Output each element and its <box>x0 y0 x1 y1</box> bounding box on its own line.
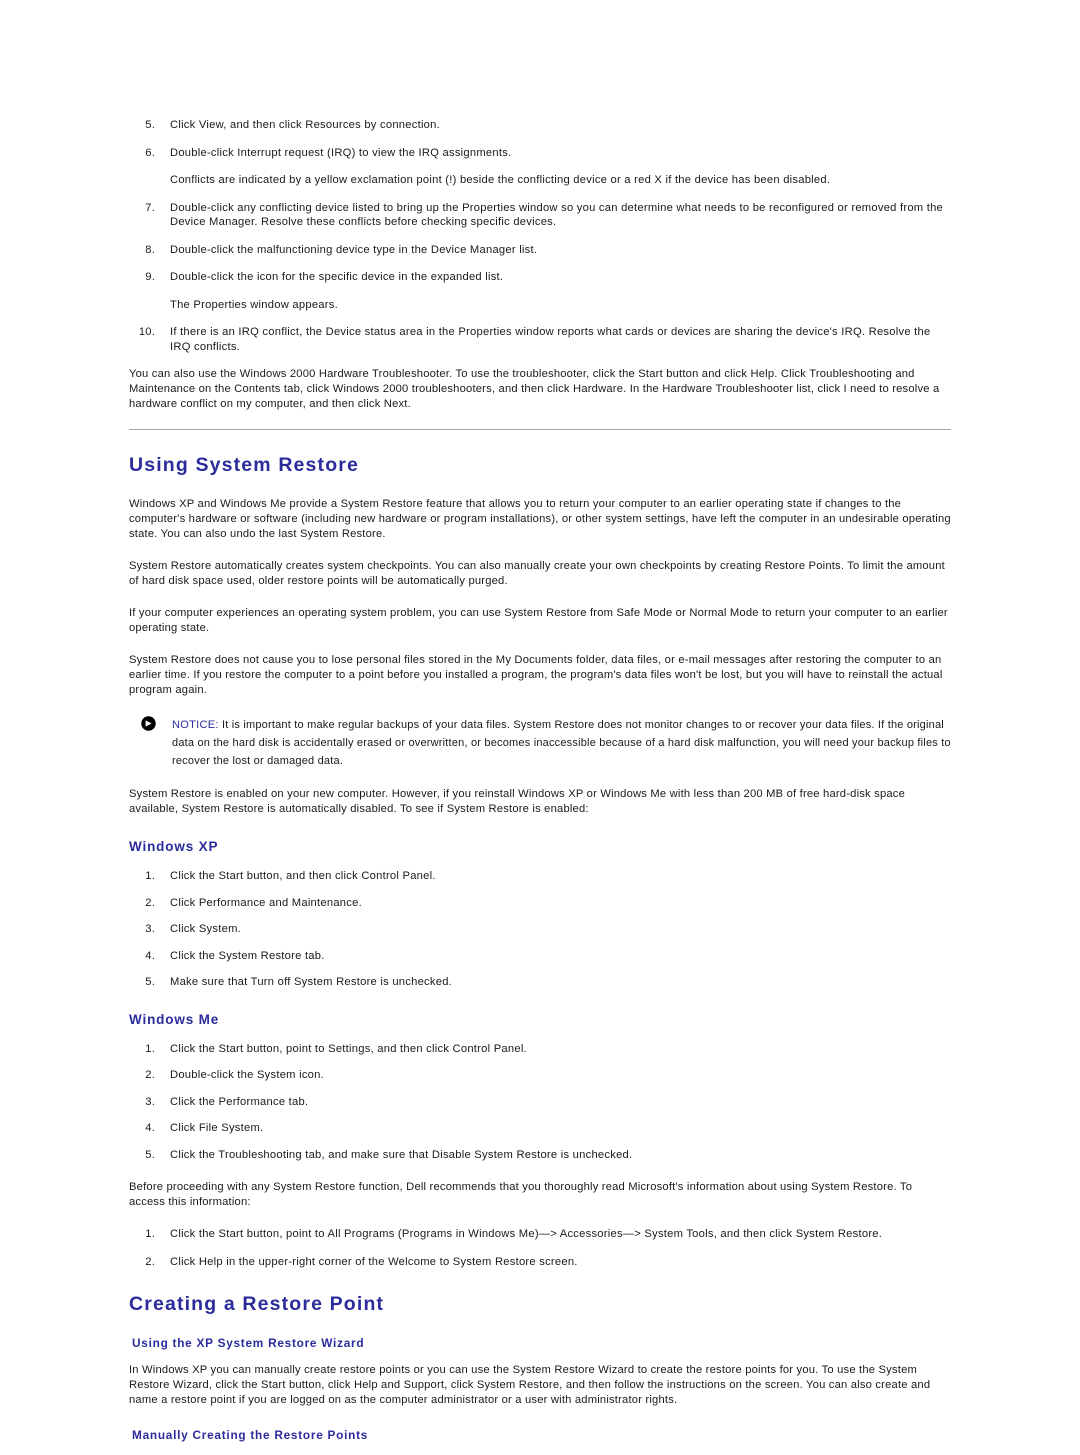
wizard-paragraph: In Windows XP you can manually create re… <box>129 1364 931 1406</box>
properties-window-note: The Properties window appears. <box>170 298 338 311</box>
list-item-number: 5. <box>145 976 155 988</box>
heading-creating-restore-point: Creating a Restore Point <box>129 1293 385 1315</box>
list-item-text: Click the Troubleshooting tab, and make … <box>170 1148 633 1161</box>
notice-body: It is important to make regular backups … <box>172 719 951 767</box>
microsoft-info-paragraph: Before proceeding with any System Restor… <box>129 1181 913 1208</box>
list-item-text: Click the System Restore tab. <box>170 949 325 962</box>
list-item-number: 1. <box>145 1228 155 1240</box>
list-item-number: 4. <box>145 1122 155 1134</box>
list-item-text: Make sure that Turn off System Restore i… <box>170 976 453 988</box>
list-item-number: 1. <box>145 870 155 882</box>
list-item-number: 8. <box>145 243 155 256</box>
system-restore-paragraph-1: Windows XP and Windows Me provide a Syst… <box>129 498 951 540</box>
list-item-number: 2. <box>145 1069 155 1081</box>
notice-text: NOTICE: It is important to make regular … <box>172 719 951 767</box>
windows-me-steps: 1. Click the Start button, point to Sett… <box>129 1042 951 1163</box>
list-item: 5. Make sure that Turn off System Restor… <box>129 975 951 990</box>
list-item: 7. Double-click any conflicting device l… <box>129 201 951 230</box>
steps-list-continued-2: 7. Double-click any conflicting device l… <box>129 201 951 285</box>
steps-list-continued-3: 10. If there is an IRQ conflict, the Dev… <box>129 325 951 354</box>
list-item: 10. If there is an IRQ conflict, the Dev… <box>129 325 951 354</box>
list-item-text: Click Help in the upper-right corner of … <box>170 1255 578 1268</box>
heading-using-system-restore: Using System Restore <box>129 454 359 476</box>
list-item-text: Double-click the System icon. <box>170 1069 324 1081</box>
list-item-text: Click System. <box>170 923 242 935</box>
document-content: 5. Click View, and then click Resources … <box>129 118 951 1455</box>
system-restore-paragraph-3: If your computer experiences an operatin… <box>129 607 948 634</box>
list-item-number: 2. <box>145 1255 155 1268</box>
list-item-number: 4. <box>145 949 155 962</box>
list-item-text: Double-click any conflicting device list… <box>170 201 944 229</box>
list-item-text: Click Performance and Maintenance. <box>170 896 362 909</box>
list-item-number: 5. <box>145 119 155 131</box>
system-restore-paragraph-4: System Restore does not cause you to los… <box>129 654 943 696</box>
list-item-number: 6. <box>145 146 155 159</box>
list-item-text: Double-click the icon for the specific d… <box>170 271 504 283</box>
list-item-text: Click the Start button, point to All Pro… <box>170 1228 883 1240</box>
list-item: 1. Click the Start button, point to Sett… <box>129 1042 951 1057</box>
list-item-text: Click File System. <box>170 1122 264 1134</box>
list-item-number: 3. <box>145 923 155 935</box>
system-restore-enabled-paragraph: System Restore is enabled on your new co… <box>129 788 906 815</box>
list-item-text: Click the Performance tab. <box>170 1095 309 1108</box>
system-restore-paragraph-2: System Restore automatically creates sys… <box>129 560 945 587</box>
list-item-number: 5. <box>145 1148 155 1161</box>
heading-manually-creating-restore-points: Manually Creating the Restore Points <box>132 1428 369 1442</box>
list-item: 3. Click the Performance tab. <box>129 1095 951 1110</box>
steps-list-continued: 5. Click View, and then click Resources … <box>129 118 951 160</box>
heading-xp-system-restore-wizard: Using the XP System Restore Wizard <box>132 1336 365 1350</box>
list-item: 4. Click the System Restore tab. <box>129 949 951 964</box>
section-divider <box>129 429 951 430</box>
troubleshooter-paragraph: You can also use the Windows 2000 Hardwa… <box>129 368 940 410</box>
windows-xp-steps: 1. Click the Start button, and then clic… <box>129 869 951 990</box>
notice-label: NOTICE: <box>172 719 219 731</box>
list-item-text: Click the Start button, and then click C… <box>170 870 436 882</box>
list-item: 2. Click Performance and Maintenance. <box>129 896 951 911</box>
list-item-text: Click View, and then click Resources by … <box>170 119 440 131</box>
list-item-text: Click the Start button, point to Setting… <box>170 1042 527 1055</box>
notice-arrow-icon <box>141 716 156 731</box>
microsoft-info-steps: 1. Click the Start button, point to All … <box>129 1227 951 1269</box>
list-item-number: 3. <box>145 1095 155 1108</box>
list-item: 2. Click Help in the upper-right corner … <box>129 1255 951 1270</box>
list-item-number: 10. <box>138 326 155 338</box>
list-item: 8. Double-click the malfunctioning devic… <box>129 243 951 258</box>
document-page: 5. Click View, and then click Resources … <box>0 0 1080 1442</box>
list-item: 2. Double-click the System icon. <box>129 1068 951 1083</box>
list-item-text: Double-click the malfunctioning device t… <box>170 243 538 256</box>
list-item: 6. Double-click Interrupt request (IRQ) … <box>129 146 951 161</box>
list-item: 1. Click the Start button, and then clic… <box>129 869 951 884</box>
list-item: 9. Double-click the icon for the specifi… <box>129 270 951 285</box>
list-item: 5. Click View, and then click Resources … <box>129 118 951 133</box>
list-item-text: If there is an IRQ conflict, the Device … <box>170 326 931 353</box>
conflict-note: Conflicts are indicated by a yellow excl… <box>170 174 831 186</box>
list-item-number: 2. <box>145 896 155 909</box>
list-item-number: 1. <box>145 1042 155 1055</box>
list-item: 5. Click the Troubleshooting tab, and ma… <box>129 1148 951 1163</box>
heading-windows-me: Windows Me <box>129 1011 220 1027</box>
list-item: 1. Click the Start button, point to All … <box>129 1227 951 1242</box>
list-item-number: 9. <box>145 271 155 283</box>
heading-windows-xp: Windows XP <box>129 839 219 854</box>
list-item-number: 7. <box>145 201 155 214</box>
notice-block: NOTICE: It is important to make regular … <box>141 715 951 769</box>
list-item: 4. Click File System. <box>129 1121 951 1136</box>
list-item: 3. Click System. <box>129 922 951 937</box>
list-item-text: Double-click Interrupt request (IRQ) to … <box>170 146 512 159</box>
